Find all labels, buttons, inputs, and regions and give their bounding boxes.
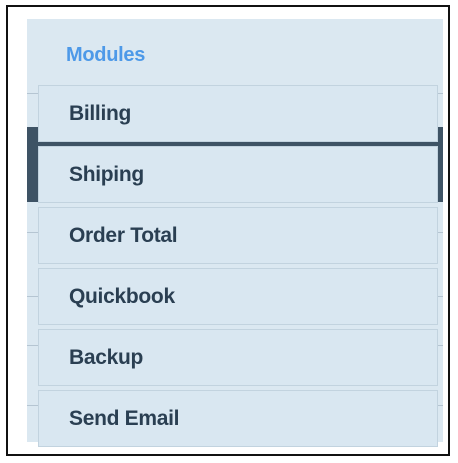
menu-item-quickbook[interactable]: Quickbook [38,268,438,325]
menu-item-order-total[interactable]: Order Total [38,207,438,264]
menu-item-backup[interactable]: Backup [38,329,438,386]
menu-item-billing[interactable]: Billing [38,85,438,142]
menu-item-send-email[interactable]: Send Email [38,390,438,447]
modules-menu-title: Modules [66,44,146,66]
menu-item-shiping[interactable]: Shiping [38,146,438,203]
modules-dropdown-menu: Billing Shiping Order Total Quickbook Ba… [38,85,438,451]
